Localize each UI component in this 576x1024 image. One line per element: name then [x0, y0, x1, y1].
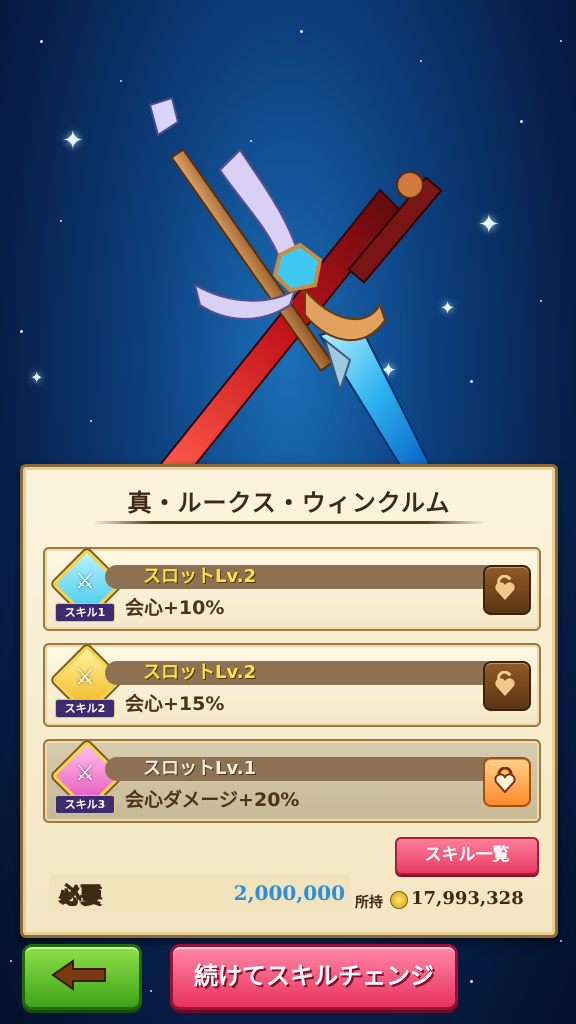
required-label: 必要 [59, 883, 102, 908]
skill-slot-1[interactable]: ⚔ スキル1 スロットLv.2 会心+10% [43, 547, 541, 631]
skill-badge: スキル2 [55, 699, 115, 718]
skill-slot-2[interactable]: ⚔ スキル2 スロットLv.2 会心+15% [43, 643, 541, 727]
skill-3-gem-icon: ⚔ スキル3 [51, 740, 123, 815]
skill-effect: 会心+10% [125, 597, 225, 619]
required-value: 2,000,000 [233, 881, 345, 905]
back-button[interactable] [22, 944, 142, 1010]
slot-level: スロットLv.2 [143, 566, 257, 587]
title-divider [93, 521, 485, 524]
lock-button[interactable] [483, 757, 531, 807]
continue-skill-change-button[interactable]: 続けてスキルチェンジ [170, 944, 458, 1010]
skill-effect: 会心+15% [125, 693, 225, 715]
skill-effect: 会心ダメージ+20% [125, 789, 300, 811]
skill-list-button[interactable]: スキル一覧 [395, 837, 539, 875]
slot-level: スロットLv.2 [143, 662, 257, 683]
skill-badge: スキル3 [55, 795, 115, 814]
owned-value: 17,993,328 [411, 888, 524, 909]
skill-1-gem-icon: ⚔ スキル1 [51, 548, 123, 623]
left-arrow-icon [51, 959, 106, 991]
owned-label: 所持 [355, 895, 383, 911]
weapon-name: 真・ルークス・ウィンクルム [127, 489, 451, 517]
skill-2-gem-icon: ⚔ スキル2 [51, 644, 123, 719]
slot-level: スロットLv.1 [143, 758, 257, 779]
unlock-button[interactable] [483, 565, 531, 615]
skill-badge: スキル1 [55, 603, 115, 622]
weapon-art [148, 96, 443, 466]
skill-slot-3[interactable]: ⚔ スキル3 スロットLv.1 会心ダメージ+20% [43, 739, 541, 823]
open-heart-lock-icon [495, 575, 515, 600]
heart-lock-icon [494, 767, 516, 793]
required-cost: 必要 2,000,000 [49, 875, 351, 913]
unlock-button[interactable] [483, 661, 531, 711]
open-heart-lock-icon [495, 671, 515, 696]
skill-change-panel: 真・ルークス・ウィンクルム ⚔ スキル1 スロットLv.2 会心+10% ⚔ ス… [20, 464, 558, 938]
coin-icon [390, 891, 408, 909]
